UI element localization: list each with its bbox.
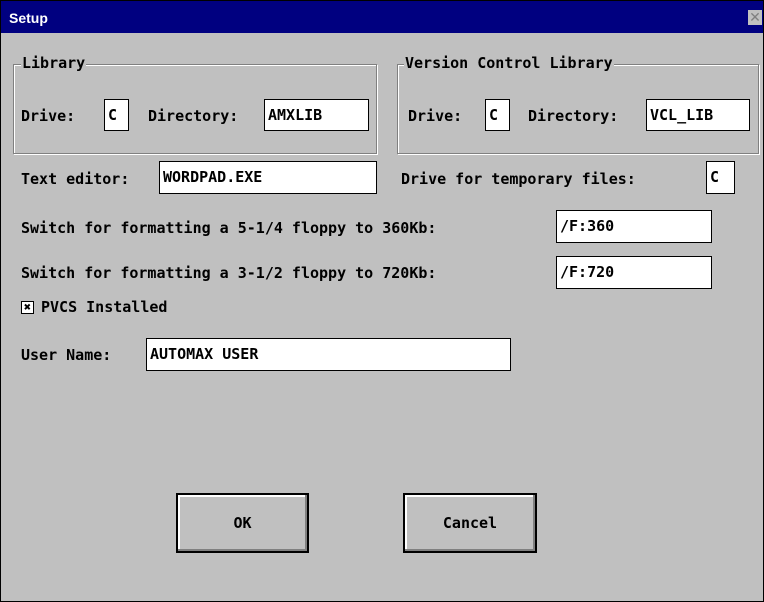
library-drive-label: Drive: (21, 107, 76, 125)
user-name-input[interactable]: AUTOMAX USER (146, 338, 511, 371)
title-bar: Setup ✕ (1, 1, 763, 33)
floppy-525-label: Switch for formatting a 5-1/4 floppy to … (21, 219, 437, 237)
vcl-drive-input[interactable]: C (485, 99, 510, 131)
library-legend: Library (21, 54, 87, 72)
setup-dialog: Setup ✕ Library Drive: C Directory: AMXL… (0, 0, 764, 602)
floppy-35-input[interactable]: /F:720 (556, 256, 712, 289)
library-directory-label: Directory: (148, 107, 239, 125)
vcl-directory-label: Directory: (528, 107, 619, 125)
floppy-525-input[interactable]: /F:360 (556, 210, 712, 243)
library-drive-input[interactable]: C (104, 99, 129, 131)
temp-drive-input[interactable]: C (706, 161, 735, 194)
temp-drive-label: Drive for temporary files: (401, 170, 636, 188)
ok-button[interactable]: OK (176, 493, 309, 553)
vcl-drive-label: Drive: (408, 107, 463, 125)
text-editor-label: Text editor: (21, 170, 130, 188)
library-directory-input[interactable]: AMXLIB (264, 99, 369, 131)
pvcs-checkbox[interactable]: ✖ (21, 301, 34, 314)
floppy-35-label: Switch for formatting a 3-1/2 floppy to … (21, 264, 437, 282)
user-name-label: User Name: (21, 346, 112, 364)
text-editor-input[interactable]: WORDPAD.EXE (159, 161, 377, 194)
pvcs-label: PVCS Installed (41, 298, 168, 316)
cancel-button[interactable]: Cancel (403, 493, 537, 553)
close-button[interactable]: ✕ (748, 10, 762, 25)
vcl-legend: Version Control Library (404, 54, 614, 72)
vcl-directory-input[interactable]: VCL_LIB (646, 99, 750, 131)
window-title: Setup (9, 10, 48, 26)
